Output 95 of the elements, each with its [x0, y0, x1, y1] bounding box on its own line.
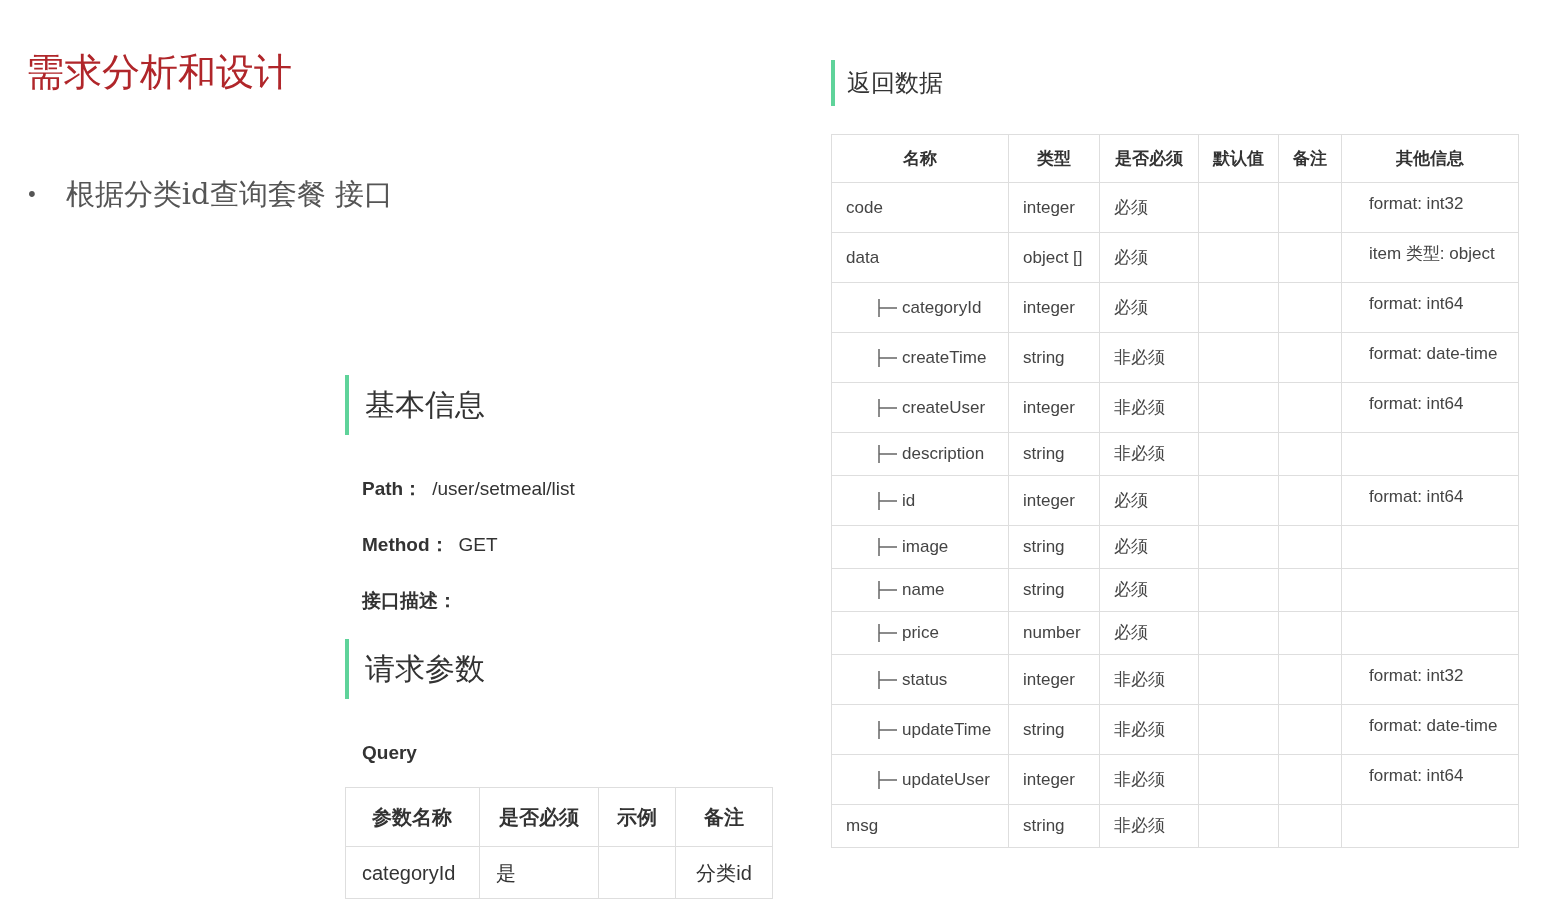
tree-branch-icon: [878, 719, 898, 740]
empty-cell: [1279, 805, 1342, 848]
bullet-text: 根据分类id查询套餐 接口: [65, 176, 393, 213]
field-required: 必须: [1114, 296, 1148, 319]
field-type: integer: [1023, 196, 1075, 219]
empty-cell: [1279, 612, 1342, 655]
empty-cell: [1279, 569, 1342, 612]
info-label: Path：: [362, 476, 423, 501]
field-other-info: format: date-time: [1369, 716, 1498, 735]
tree-branch-icon: [878, 490, 898, 511]
field-name: updateUser: [902, 768, 990, 791]
column-header: 默认值: [1213, 147, 1264, 170]
tree-branch-icon: [878, 669, 898, 690]
field-type: integer: [1023, 668, 1075, 691]
column-header: 是否必须: [1115, 147, 1183, 170]
field-name: createTime: [902, 346, 987, 369]
field-name: id: [902, 489, 916, 512]
field-other-info: item 类型: object: [1369, 244, 1495, 263]
field-name: msg: [846, 815, 879, 838]
field-type: string: [1023, 815, 1065, 838]
table-cell-text: 是: [495, 860, 516, 886]
heading-accent-bar: [345, 638, 349, 699]
field-name: description: [902, 443, 985, 466]
field-name: name: [902, 579, 945, 602]
tree-branch-icon: [878, 580, 898, 600]
section-heading: 返回数据: [847, 68, 943, 98]
field-other-info: format: int64: [1369, 394, 1464, 413]
field-required: 必须: [1114, 196, 1148, 219]
field-name: createUser: [902, 396, 986, 419]
column-header: 类型: [1037, 147, 1071, 170]
field-name: code: [846, 196, 883, 219]
section-heading: 请求参数: [365, 651, 485, 687]
field-required: 必须: [1114, 622, 1148, 645]
field-other-info: format: date-time: [1369, 344, 1498, 363]
field-type: string: [1023, 579, 1065, 602]
field-required: 非必须: [1114, 718, 1165, 741]
tree-branch-icon: [878, 623, 898, 643]
field-required: 非必须: [1114, 346, 1165, 369]
field-other-info: format: int64: [1369, 294, 1464, 313]
query-subheading: Query: [362, 740, 418, 765]
field-type: integer: [1023, 396, 1075, 419]
field-required: 非必须: [1114, 668, 1165, 691]
field-type: number: [1023, 622, 1081, 645]
field-required: 非必须: [1114, 768, 1165, 791]
field-name: data: [846, 246, 880, 269]
field-type: string: [1023, 536, 1065, 559]
field-name: price: [902, 622, 939, 645]
field-type: string: [1023, 346, 1065, 369]
column-header: 参数名称: [372, 805, 453, 830]
column-header: 是否必须: [499, 805, 580, 830]
field-type: integer: [1023, 296, 1075, 319]
field-required: 非必须: [1114, 815, 1165, 838]
column-header: 示例: [617, 805, 658, 830]
field-type: object []: [1023, 246, 1083, 269]
field-other-info: format: int64: [1369, 766, 1464, 785]
field-required: 必须: [1114, 246, 1148, 269]
field-other-info: format: int32: [1369, 194, 1464, 213]
tree-branch-icon: [878, 347, 898, 368]
empty-cell: [1279, 433, 1342, 476]
column-header: 备注: [1293, 147, 1327, 170]
column-header: 其他信息: [1396, 147, 1464, 170]
info-label: 接口描述：: [362, 588, 457, 613]
info-value: GET: [458, 532, 498, 557]
field-required: 非必须: [1114, 443, 1165, 466]
info-label: Method：: [362, 532, 449, 557]
section-heading: 基本信息: [365, 387, 485, 423]
field-required: 非必须: [1114, 396, 1165, 419]
field-name: image: [902, 536, 949, 559]
column-header: 名称: [903, 147, 937, 170]
field-other-info: format: int32: [1369, 666, 1464, 685]
field-type: string: [1023, 443, 1065, 466]
field-name: status: [902, 668, 948, 691]
info-value: /user/setmeal/list: [432, 476, 575, 501]
table-cell-text: categoryId: [362, 860, 456, 886]
slide-title: 需求分析和设计: [26, 49, 293, 96]
field-type: string: [1023, 718, 1065, 741]
tree-branch-icon: [878, 444, 898, 464]
heading-accent-bar: [831, 60, 835, 106]
column-header: 备注: [704, 805, 745, 830]
field-required: 必须: [1114, 489, 1148, 512]
tree-branch-icon: [878, 397, 898, 418]
tree-branch-icon: [878, 537, 898, 557]
tree-branch-icon: [878, 297, 898, 318]
field-type: integer: [1023, 768, 1075, 791]
heading-accent-bar: [345, 374, 349, 435]
empty-cell: [1279, 526, 1342, 569]
table-cell-text: 分类id: [696, 860, 752, 886]
field-name: updateTime: [902, 718, 992, 741]
field-required: 必须: [1114, 536, 1148, 559]
field-required: 必须: [1114, 579, 1148, 602]
field-type: integer: [1023, 489, 1075, 512]
field-name: categoryId: [902, 296, 982, 319]
field-other-info: format: int64: [1369, 487, 1464, 506]
tree-branch-icon: [878, 769, 898, 790]
bullet-marker: •: [26, 181, 38, 209]
